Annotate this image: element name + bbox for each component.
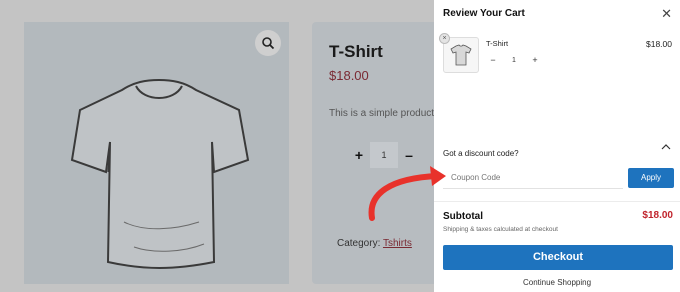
close-icon[interactable]: ✕ <box>661 7 672 20</box>
shipping-note: Shipping & taxes calculated at checkout <box>443 226 558 233</box>
apply-coupon-button[interactable]: Apply <box>628 168 674 188</box>
category-label: Category: <box>337 238 381 249</box>
product-info-card: T-Shirt $18.00 This is a simple product … <box>312 22 442 284</box>
discount-toggle[interactable]: Got a discount code? <box>443 143 671 161</box>
cart-item-thumbnail <box>443 37 479 73</box>
continue-shopping-link[interactable]: Continue Shopping <box>434 278 680 287</box>
qty-plus-button[interactable]: + <box>350 147 368 163</box>
product-title: T-Shirt <box>329 42 383 61</box>
cart-title: Review Your Cart <box>443 8 525 19</box>
cart-item-price: $18.00 <box>646 39 672 49</box>
product-description: This is a simple product <box>329 108 435 119</box>
divider <box>434 201 680 202</box>
product-category: Category: Tshirts <box>337 238 412 249</box>
cart-qty-value[interactable]: 1 <box>500 57 528 64</box>
category-link[interactable]: Tshirts <box>383 238 412 249</box>
chevron-up-icon <box>661 144 671 150</box>
cart-item-quantity-stepper: − 1 + <box>486 55 542 65</box>
checkout-button[interactable]: Checkout <box>443 245 673 270</box>
product-image-card <box>24 22 289 284</box>
cart-drawer: Review Your Cart ✕ × T-Shirt $18.00 − 1 … <box>434 0 680 292</box>
coupon-code-input[interactable] <box>443 167 623 189</box>
qty-minus-button[interactable]: – <box>400 147 418 163</box>
annotation-arrow-icon <box>368 166 446 221</box>
product-price: $18.00 <box>329 68 369 83</box>
subtotal-value: $18.00 <box>642 210 673 221</box>
remove-item-icon[interactable]: × <box>439 33 450 44</box>
cart-qty-minus-button[interactable]: − <box>486 55 500 65</box>
discount-label: Got a discount code? <box>443 149 519 158</box>
zoom-icon[interactable] <box>255 30 281 56</box>
cart-qty-plus-button[interactable]: + <box>528 55 542 65</box>
cart-item-name[interactable]: T-Shirt <box>486 39 508 48</box>
product-page-background: T-Shirt $18.00 This is a simple product … <box>0 0 442 292</box>
tshirt-image <box>70 78 250 269</box>
